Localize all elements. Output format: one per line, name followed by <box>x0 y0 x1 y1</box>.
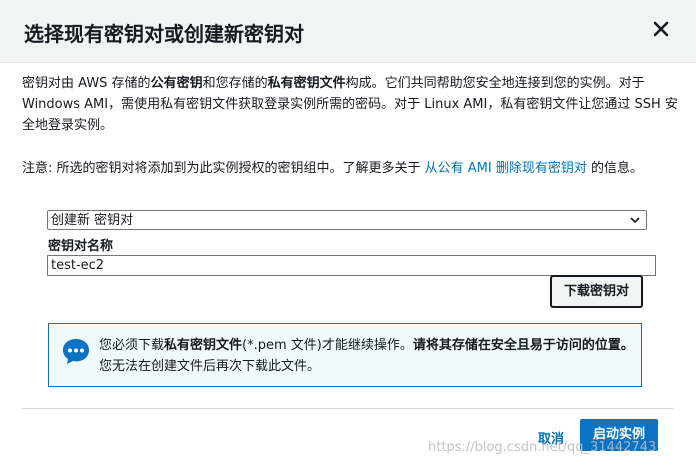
alert-private-key-file: 私有密钥文件 <box>164 338 243 353</box>
key-pair-select[interactable]: 创建新 密钥对 <box>47 210 647 230</box>
note-text-2: 的信息。 <box>591 161 644 176</box>
dialog-title: 选择现有密钥对或创建新密钥对 <box>24 22 304 46</box>
alert-text-3: 您无法在创建文件后再次下载此文件。 <box>99 359 321 374</box>
alert-text-2: (*.pem 文件)才能继续操作。 <box>242 338 413 353</box>
key-pair-select-value: 创建新 密钥对 <box>51 213 134 228</box>
info-alert: 您必须下载私有密钥文件(*.pem 文件)才能继续操作。请将其存储在安全且易于访… <box>48 323 642 387</box>
intro-paragraph: 密钥对由 AWS 存储的公有密钥和您存储的私有密钥文件构成。它们共同帮助您安全地… <box>22 73 680 136</box>
alert-text: 您必须下载私有密钥文件(*.pem 文件)才能继续操作。请将其存储在安全且易于访… <box>99 335 635 377</box>
alert-text-1: 您必须下载 <box>99 338 165 353</box>
alert-store-safely: 请将其存储在安全且易于访问的位置。 <box>412 338 634 353</box>
key-pair-name-label: 密钥对名称 <box>48 239 114 254</box>
chevron-down-icon <box>630 217 640 224</box>
download-key-pair-button[interactable]: 下载密钥对 <box>551 276 642 307</box>
intro-private-key-file: 私有密钥文件 <box>267 76 346 91</box>
watermark: https://blog.csdn.net/qq_31442743 <box>428 440 657 455</box>
close-icon[interactable] <box>650 18 672 40</box>
intro-public-key: 公有密钥 <box>150 76 203 91</box>
dialog-header: 选择现有密钥对或创建新密钥对 <box>0 0 696 63</box>
chat-bubble-icon <box>63 339 89 364</box>
intro-text-2: 和您存储的 <box>202 76 268 91</box>
footer-divider <box>22 408 673 409</box>
note-text-1: 注意: 所选的密钥对将添加到为此实例授权的密钥组中。了解更多关于 <box>22 161 421 176</box>
note-paragraph: 注意: 所选的密钥对将添加到为此实例授权的密钥组中。了解更多关于 从公有 AMI… <box>22 158 680 179</box>
key-pair-name-input[interactable]: test-ec2 <box>47 255 656 276</box>
remove-key-pair-link[interactable]: 从公有 AMI 删除现有密钥对 <box>425 161 587 176</box>
intro-text-1: 密钥对由 AWS 存储的 <box>22 76 151 91</box>
